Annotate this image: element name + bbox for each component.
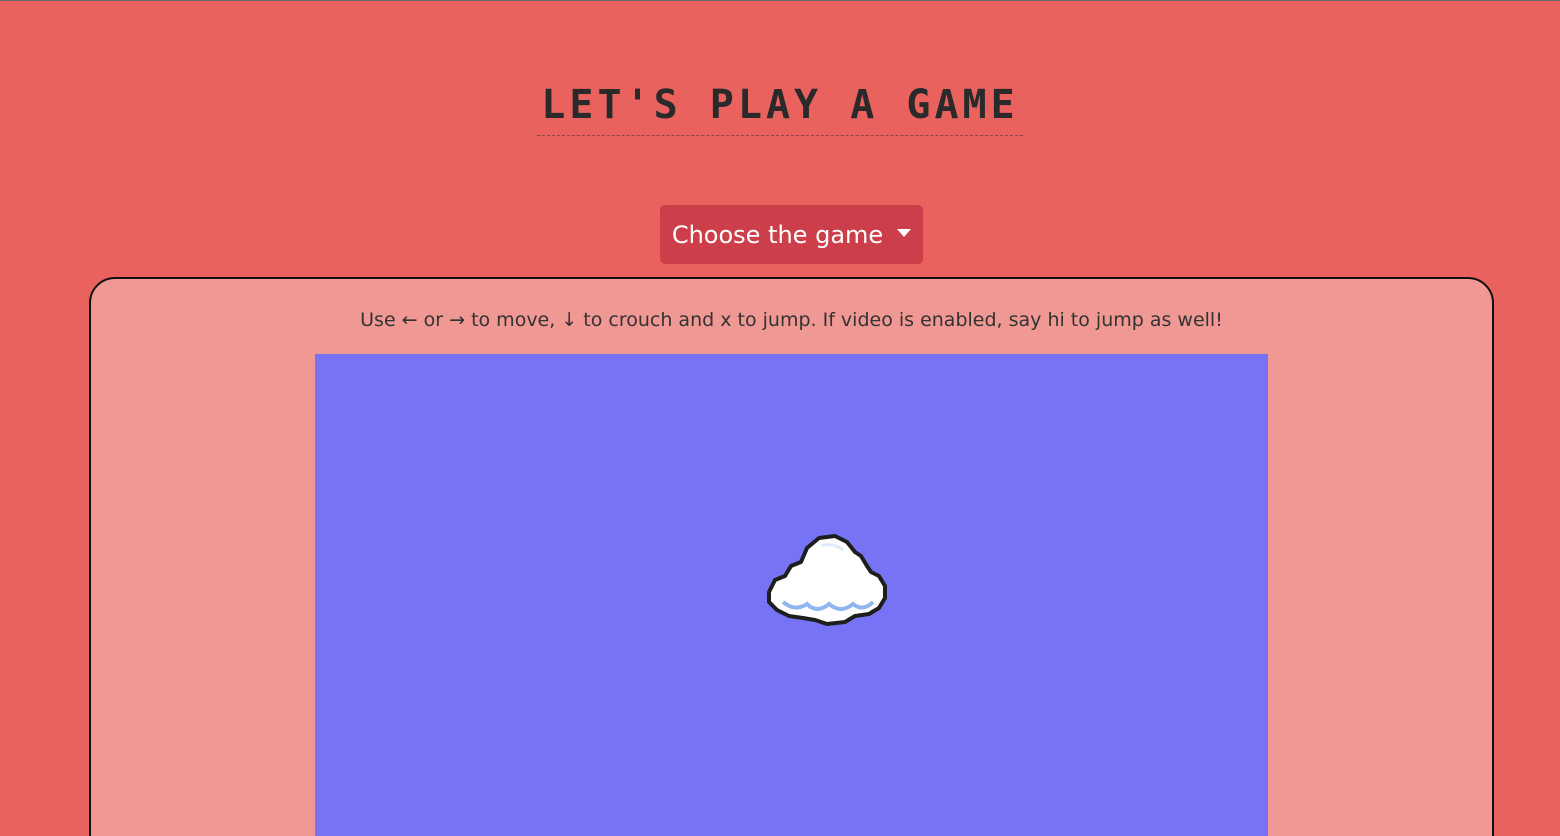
page-title-text: LET'S PLAY A GAME — [537, 75, 1023, 136]
game-instructions: Use ← or → to move, ↓ to crouch and x to… — [360, 309, 1223, 331]
game-panel: Use ← or → to move, ↓ to crouch and x to… — [89, 277, 1494, 836]
caret-down-icon — [897, 228, 912, 237]
page-title: LET'S PLAY A GAME — [0, 75, 1560, 136]
game-canvas[interactable] — [315, 354, 1268, 836]
dropdown-label: Choose the game — [671, 220, 884, 249]
choose-game-dropdown[interactable]: Choose the game — [660, 205, 923, 264]
cloud-sprite — [767, 534, 887, 626]
